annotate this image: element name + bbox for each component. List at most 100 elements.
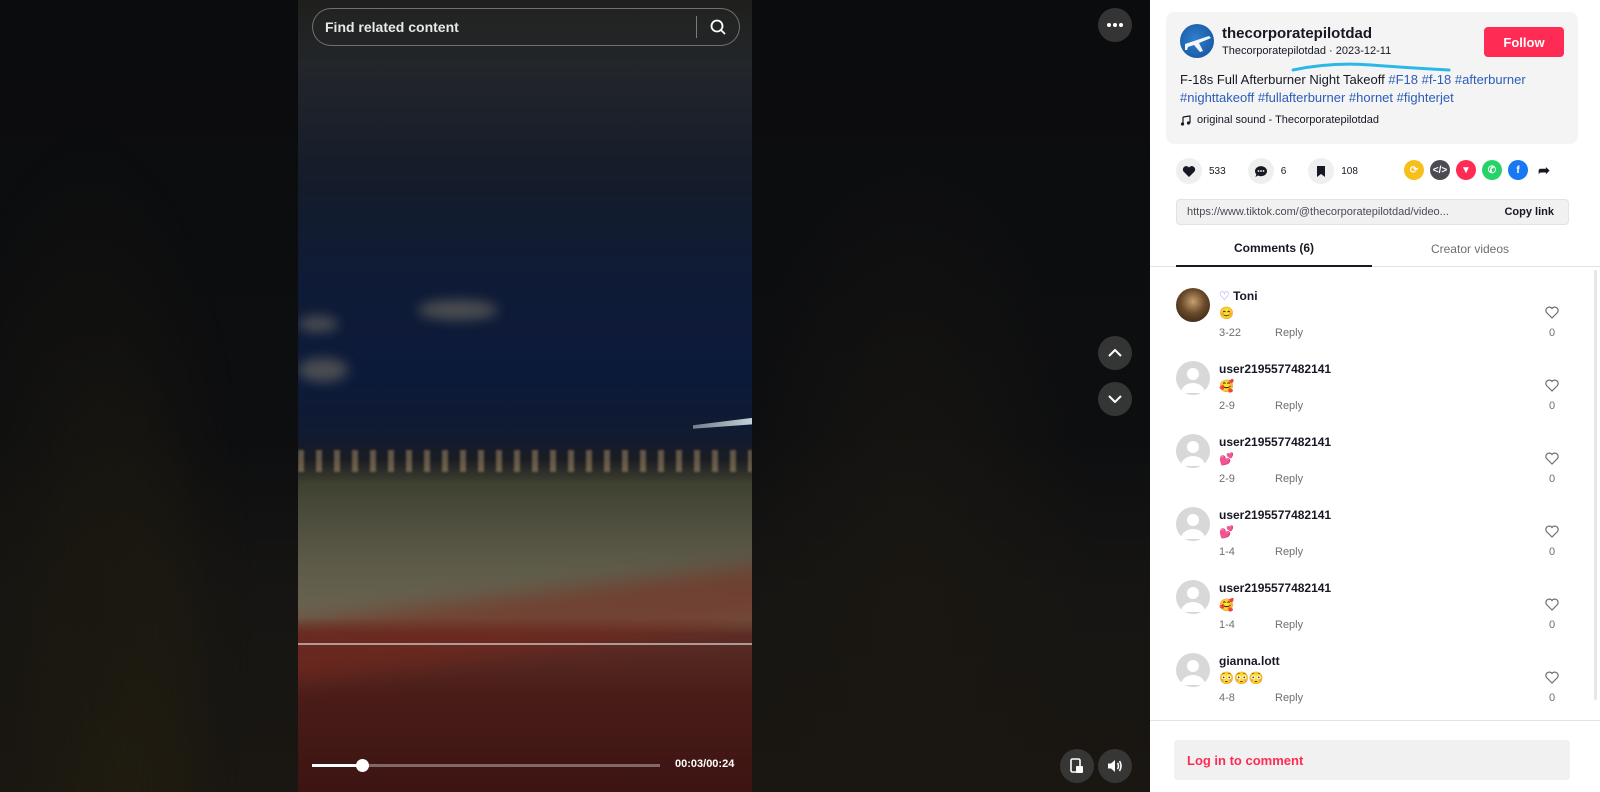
video-cloud — [418, 300, 498, 320]
video-info-card: thecorporatepilotdad Thecorporatepilotda… — [1166, 12, 1578, 144]
commenter-name[interactable]: user2195577482141 — [1219, 435, 1331, 449]
video-progress-bar[interactable] — [312, 759, 660, 772]
comments-scrollbar[interactable] — [1594, 270, 1597, 700]
engagement-bar: 533 6 108 — [1176, 158, 1380, 184]
more-options-icon[interactable] — [1098, 8, 1132, 42]
video-stage: Find related content 00:03/00:24 — [0, 0, 1150, 792]
background-blur-left — [0, 0, 298, 792]
hashtag-link[interactable]: #f-18 — [1422, 72, 1452, 87]
picture-in-picture-icon[interactable] — [1060, 749, 1094, 783]
hashtag-link[interactable]: #nighttakeoff — [1180, 90, 1254, 105]
reply-button[interactable]: Reply — [1275, 692, 1303, 704]
hashtag-link[interactable]: #hornet — [1349, 90, 1393, 105]
login-to-comment-button[interactable]: Log in to comment — [1174, 740, 1570, 780]
comment-heart-icon[interactable] — [1542, 306, 1562, 324]
previous-video-chevron-up-icon[interactable] — [1098, 336, 1132, 370]
whatsapp-icon[interactable]: ✆ — [1482, 160, 1502, 180]
hashtag-link[interactable]: #fullafterburner — [1258, 90, 1345, 105]
share-arrow-icon[interactable]: ➦ — [1534, 160, 1554, 180]
comment-date: 2-9 — [1219, 473, 1235, 485]
video-cloud — [298, 358, 348, 382]
hashtag-link[interactable]: #F18 — [1388, 72, 1418, 87]
commenter-avatar[interactable] — [1176, 434, 1210, 468]
copy-link-button[interactable]: Copy link — [1490, 206, 1568, 218]
video-time: 00:03/00:24 — [675, 758, 735, 770]
tab-comments[interactable]: Comments (6) — [1176, 231, 1372, 267]
commenter-avatar[interactable] — [1176, 288, 1210, 322]
horizon-line — [298, 643, 752, 645]
comment-date: 1-4 — [1219, 546, 1235, 558]
commenter-name[interactable]: user2195577482141 — [1219, 362, 1331, 376]
comment-text: 🥰 — [1219, 379, 1234, 393]
volume-icon[interactable] — [1098, 749, 1132, 783]
send-icon[interactable]: ▼ — [1456, 160, 1476, 180]
aircraft-wing — [298, 553, 752, 687]
commenter-avatar[interactable] — [1176, 361, 1210, 395]
commenter-name[interactable]: ♡ Toni — [1219, 289, 1258, 303]
comment-text: 🥰 — [1219, 598, 1234, 612]
video-url: https://www.tiktok.com/@thecorporatepilo… — [1187, 206, 1449, 218]
commenter-avatar[interactable] — [1176, 653, 1210, 687]
music-link[interactable]: original sound - Thecorporatepilotdad — [1180, 114, 1379, 126]
comment-footer: Log in to comment — [1150, 720, 1600, 792]
search-input[interactable]: Find related content — [325, 19, 696, 35]
bookmark-icon[interactable] — [1308, 158, 1335, 184]
commenter-avatar[interactable] — [1176, 507, 1210, 541]
hashtag-link[interactable]: #afterburner — [1455, 72, 1526, 87]
follow-button[interactable]: Follow — [1484, 27, 1564, 57]
comment-heart-icon[interactable] — [1542, 598, 1562, 616]
jet-icon — [693, 417, 752, 429]
copy-link-row: https://www.tiktok.com/@thecorporatepilo… — [1176, 199, 1569, 225]
commenter-avatar[interactable] — [1176, 580, 1210, 614]
comment-heart-icon[interactable] — [1542, 671, 1562, 689]
comment-icon[interactable] — [1247, 158, 1274, 184]
music-note-icon — [1180, 114, 1191, 126]
repost-icon[interactable]: ⟳ — [1404, 160, 1424, 180]
creator-avatar[interactable] — [1180, 24, 1214, 58]
video-progress-fill — [312, 764, 363, 767]
hashtag-link[interactable]: #fighterjet — [1397, 90, 1454, 105]
video-player[interactable] — [298, 0, 752, 792]
comment-heart-icon[interactable] — [1542, 452, 1562, 470]
reply-button[interactable]: Reply — [1275, 473, 1303, 485]
commenter-name[interactable]: user2195577482141 — [1219, 508, 1331, 522]
search-icon[interactable] — [697, 9, 739, 45]
comment-item: ♡ Toni 😊 3-22 Reply 0 — [1150, 282, 1600, 355]
comment-action[interactable]: 6 — [1247, 158, 1287, 184]
video-cloud — [298, 316, 338, 332]
reply-button[interactable]: Reply — [1275, 546, 1303, 558]
facebook-icon[interactable]: f — [1508, 160, 1528, 180]
comment-text: 💕 — [1219, 525, 1234, 539]
commenter-name[interactable]: user2195577482141 — [1219, 581, 1331, 595]
comment-item: user2195577482141 🥰 2-9 Reply 0 — [1150, 355, 1600, 428]
like-action[interactable]: 533 — [1176, 158, 1226, 184]
reply-button[interactable]: Reply — [1275, 327, 1303, 339]
comment-like-count: 0 — [1548, 546, 1556, 558]
comment-like-count: 0 — [1548, 619, 1556, 631]
comment-item: user2195577482141 💕 1-4 Reply 0 — [1150, 501, 1600, 574]
save-action[interactable]: 108 — [1308, 158, 1358, 184]
comment-heart-icon[interactable] — [1542, 379, 1562, 397]
comment-date: 4-8 — [1219, 692, 1235, 704]
like-count: 533 — [1209, 165, 1226, 177]
next-video-chevron-down-icon[interactable] — [1098, 382, 1132, 416]
comment-text: 💕 — [1219, 452, 1234, 466]
comment-like-count: 0 — [1548, 473, 1556, 485]
comment-like-count: 0 — [1548, 327, 1556, 339]
comment-count: 6 — [1280, 165, 1287, 177]
panel-tabs: Comments (6) Creator videos — [1150, 231, 1600, 267]
commenter-name[interactable]: gianna.lott — [1219, 654, 1280, 668]
search-bar[interactable]: Find related content — [312, 8, 740, 46]
details-panel: thecorporatepilotdad Thecorporatepilotda… — [1150, 0, 1600, 792]
heart-icon[interactable] — [1176, 158, 1202, 184]
creator-username[interactable]: thecorporatepilotdad — [1222, 25, 1372, 42]
runway-lights — [298, 450, 752, 472]
tab-creator-videos[interactable]: Creator videos — [1372, 231, 1568, 267]
reply-button[interactable]: Reply — [1275, 619, 1303, 631]
embed-icon[interactable]: </> — [1430, 160, 1450, 180]
comment-text: 😊 — [1219, 306, 1234, 320]
comment-date: 3-22 — [1219, 327, 1242, 339]
comment-heart-icon[interactable] — [1542, 525, 1562, 543]
video-description: F-18s Full Afterburner Night Takeoff #F1… — [1180, 71, 1565, 107]
reply-button[interactable]: Reply — [1275, 400, 1303, 412]
